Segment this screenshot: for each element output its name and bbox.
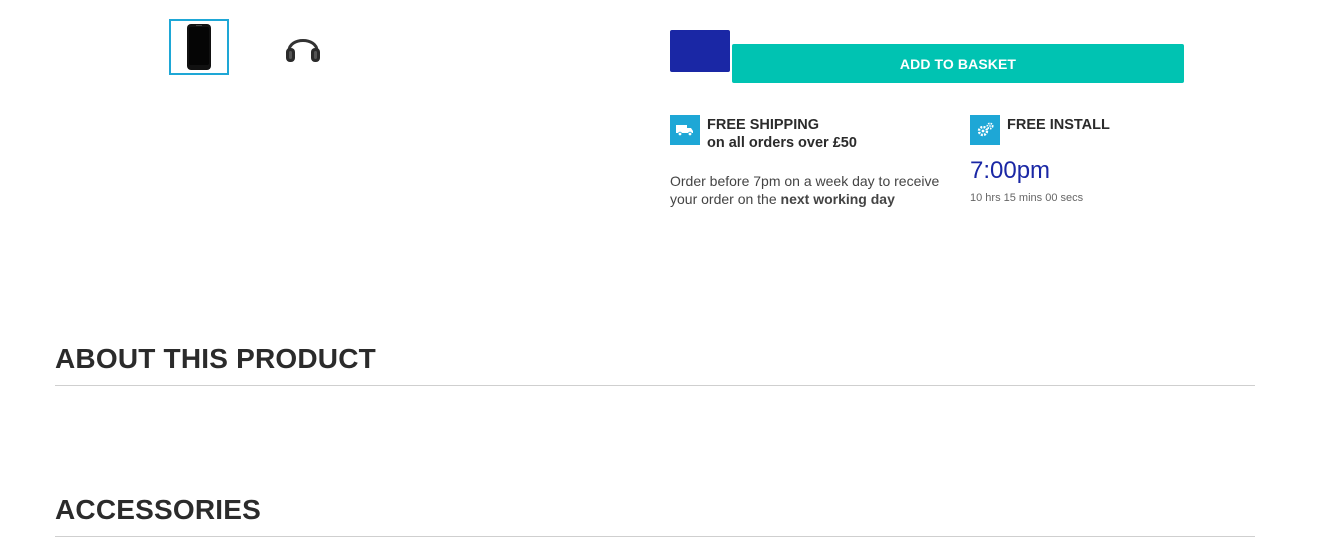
free-install-title: FREE INSTALL bbox=[1007, 117, 1110, 133]
gears-icon bbox=[970, 115, 1000, 145]
free-shipping-subtitle: on all orders over £50 bbox=[707, 135, 857, 151]
about-divider bbox=[55, 385, 1255, 386]
about-product-heading: ABOUT THIS PRODUCT bbox=[55, 343, 376, 374]
delivery-note: Order before 7pm on a week day to receiv… bbox=[670, 172, 945, 208]
accessories-divider bbox=[55, 536, 1255, 537]
accessories-heading: ACCESSORIES bbox=[55, 494, 262, 525]
delivery-note-emphasis: next working day bbox=[780, 191, 895, 207]
quantity-selector[interactable] bbox=[670, 30, 730, 72]
countdown-timer: 10 hrs 15 mins 00 secs bbox=[970, 192, 1084, 204]
thumbnail-headphones[interactable] bbox=[276, 22, 330, 74]
headphones-image bbox=[286, 39, 320, 62]
add-to-basket-button[interactable]: ADD TO BASKET bbox=[732, 44, 1184, 83]
phone-image bbox=[187, 24, 211, 70]
truck-icon bbox=[670, 115, 700, 145]
cutoff-time: 7:00pm bbox=[970, 157, 1051, 184]
free-shipping-title: FREE SHIPPING bbox=[707, 117, 819, 133]
thumbnail-phone[interactable] bbox=[169, 19, 229, 75]
